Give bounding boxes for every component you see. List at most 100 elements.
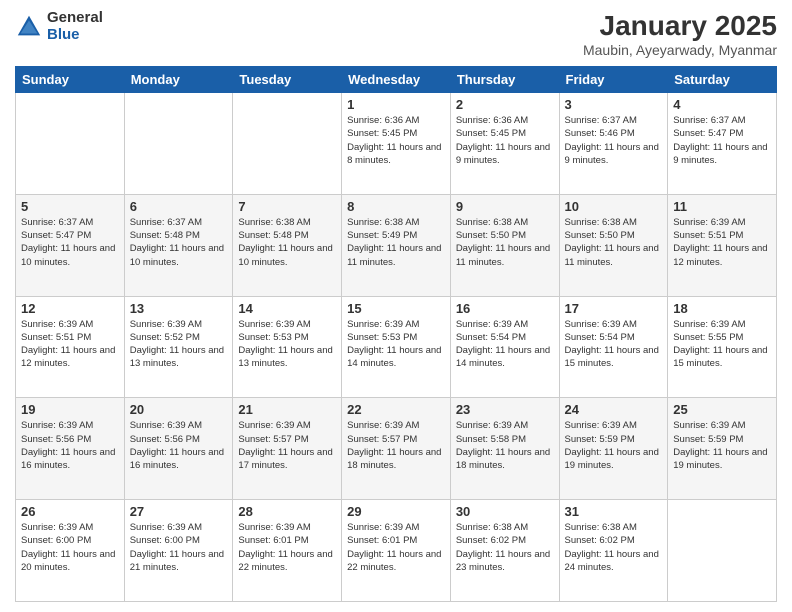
- cell-2-1: 13 Sunrise: 6:39 AM Sunset: 5:52 PM Dayli…: [124, 296, 233, 398]
- cell-info-4-2: Sunrise: 6:39 AM Sunset: 6:01 PM Dayligh…: [238, 521, 336, 574]
- cell-1-4: 9Sunrise: 6:38 AM Sunset: 5:50 PM Daylig…: [450, 194, 559, 296]
- cell-info-2-0: Sunrise: 6:39 AM Sunset: 5:51 PM Dayligh…: [21, 318, 119, 371]
- cell-day-3-3: 22: [347, 402, 445, 417]
- cell-day-3-4: 23: [456, 402, 554, 417]
- cell-info-3-4: Sunrise: 6:39 AM Sunset: 5:58 PM Dayligh…: [456, 419, 554, 472]
- cell-4-1: 27Sunrise: 6:39 AM Sunset: 6:00 PM Dayli…: [124, 500, 233, 602]
- cell-day-3-2: 21: [238, 402, 336, 417]
- cell-info-4-0: Sunrise: 6:39 AM Sunset: 6:00 PM Dayligh…: [21, 521, 119, 574]
- calendar-table: Sunday Monday Tuesday Wednesday Thursday…: [15, 66, 777, 602]
- week-row-1: 5 Sunrise: 6:37 AM Sunset: 5:47 PM Daylig…: [16, 194, 777, 296]
- calendar-subtitle: Maubin, Ayeyarwady, Myanmar: [583, 42, 777, 58]
- cell-info-3-6: Sunrise: 6:39 AM Sunset: 5:59 PM Dayligh…: [673, 419, 771, 472]
- weekday-header-row: Sunday Monday Tuesday Wednesday Thursday…: [16, 67, 777, 93]
- cell-info-1-1: Sunrise: 6:37 AM Sunset: 5:48 PM Dayligh…: [130, 216, 228, 269]
- cell-day-4-0: 26: [21, 504, 119, 519]
- cell-3-1: 20 Sunrise: 6:39 AM Sunset: 5:56 PM Dayli…: [124, 398, 233, 500]
- cell-day-4-2: 28: [238, 504, 336, 519]
- header-friday: Friday: [559, 67, 668, 93]
- week-row-3: 19 Sunrise: 6:39 AM Sunset: 5:56 PM Dayli…: [16, 398, 777, 500]
- cell-info-1-2: Sunrise: 6:38 AM Sunset: 5:48 PM Dayligh…: [238, 216, 336, 269]
- cell-info-2-4: Sunrise: 6:39 AM Sunset: 5:54 PM Dayligh…: [456, 318, 554, 371]
- cell-day-1-1: 6: [130, 199, 228, 214]
- logo: General Blue: [15, 10, 103, 43]
- cell-2-0: 12Sunrise: 6:39 AM Sunset: 5:51 PM Dayli…: [16, 296, 125, 398]
- cell-1-1: 6 Sunrise: 6:37 AM Sunset: 5:48 PM Daylig…: [124, 194, 233, 296]
- cell-info-4-3: Sunrise: 6:39 AM Sunset: 6:01 PM Dayligh…: [347, 521, 445, 574]
- cell-info-2-1: Sunrise: 6:39 AM Sunset: 5:52 PM Dayligh…: [130, 318, 228, 371]
- cell-0-6: 4Sunrise: 6:37 AM Sunset: 5:47 PM Daylig…: [668, 93, 777, 195]
- cell-1-3: 8 Sunrise: 6:38 AM Sunset: 5:49 PM Daylig…: [342, 194, 451, 296]
- cell-day-4-1: 27: [130, 504, 228, 519]
- logo-general-text: General: [47, 10, 103, 27]
- cell-4-3: 29 Sunrise: 6:39 AM Sunset: 6:01 PM Dayli…: [342, 500, 451, 602]
- header: General Blue January 2025 Maubin, Ayeyar…: [15, 10, 777, 58]
- header-monday: Monday: [124, 67, 233, 93]
- cell-day-0-3: 1: [347, 97, 445, 112]
- cell-day-1-3: 8: [347, 199, 445, 214]
- week-row-2: 12Sunrise: 6:39 AM Sunset: 5:51 PM Dayli…: [16, 296, 777, 398]
- cell-3-5: 24 Sunrise: 6:39 AM Sunset: 5:59 PM Dayli…: [559, 398, 668, 500]
- cell-2-6: 18 Sunrise: 6:39 AM Sunset: 5:55 PM Dayli…: [668, 296, 777, 398]
- cell-day-3-6: 25: [673, 402, 771, 417]
- cell-info-0-4: Sunrise: 6:36 AM Sunset: 5:45 PM Dayligh…: [456, 114, 554, 167]
- cell-info-4-5: Sunrise: 6:38 AM Sunset: 6:02 PM Dayligh…: [565, 521, 663, 574]
- cell-info-2-6: Sunrise: 6:39 AM Sunset: 5:55 PM Dayligh…: [673, 318, 771, 371]
- cell-info-3-3: Sunrise: 6:39 AM Sunset: 5:57 PM Dayligh…: [347, 419, 445, 472]
- cell-2-2: 14 Sunrise: 6:39 AM Sunset: 5:53 PM Dayli…: [233, 296, 342, 398]
- cell-info-2-2: Sunrise: 6:39 AM Sunset: 5:53 PM Dayligh…: [238, 318, 336, 371]
- cell-4-2: 28 Sunrise: 6:39 AM Sunset: 6:01 PM Dayli…: [233, 500, 342, 602]
- header-saturday: Saturday: [668, 67, 777, 93]
- cell-day-1-6: 11: [673, 199, 771, 214]
- cell-info-3-1: Sunrise: 6:39 AM Sunset: 5:56 PM Dayligh…: [130, 419, 228, 472]
- header-wednesday: Wednesday: [342, 67, 451, 93]
- cell-day-4-5: 31: [565, 504, 663, 519]
- header-sunday: Sunday: [16, 67, 125, 93]
- cell-day-0-4: 2: [456, 97, 554, 112]
- cell-1-5: 10 Sunrise: 6:38 AM Sunset: 5:50 PM Dayli…: [559, 194, 668, 296]
- cell-0-4: 2 Sunrise: 6:36 AM Sunset: 5:45 PM Daylig…: [450, 93, 559, 195]
- cell-info-1-4: Sunrise: 6:38 AM Sunset: 5:50 PM Dayligh…: [456, 216, 554, 269]
- cell-day-1-5: 10: [565, 199, 663, 214]
- cell-day-2-2: 14: [238, 301, 336, 316]
- cell-day-4-3: 29: [347, 504, 445, 519]
- cell-info-2-5: Sunrise: 6:39 AM Sunset: 5:54 PM Dayligh…: [565, 318, 663, 371]
- title-block: January 2025 Maubin, Ayeyarwady, Myanmar: [583, 10, 777, 58]
- header-thursday: Thursday: [450, 67, 559, 93]
- cell-day-1-0: 5: [21, 199, 119, 214]
- cell-day-2-5: 17: [565, 301, 663, 316]
- logo-blue-text: Blue: [47, 27, 103, 44]
- week-row-0: 1 Sunrise: 6:36 AM Sunset: 5:45 PM Daylig…: [16, 93, 777, 195]
- cell-2-4: 16Sunrise: 6:39 AM Sunset: 5:54 PM Dayli…: [450, 296, 559, 398]
- cell-day-3-0: 19: [21, 402, 119, 417]
- cell-info-1-5: Sunrise: 6:38 AM Sunset: 5:50 PM Dayligh…: [565, 216, 663, 269]
- cell-day-2-1: 13: [130, 301, 228, 316]
- cell-info-0-5: Sunrise: 6:37 AM Sunset: 5:46 PM Dayligh…: [565, 114, 663, 167]
- cell-day-3-1: 20: [130, 402, 228, 417]
- week-row-4: 26 Sunrise: 6:39 AM Sunset: 6:00 PM Dayli…: [16, 500, 777, 602]
- cell-day-1-2: 7: [238, 199, 336, 214]
- cell-info-1-3: Sunrise: 6:38 AM Sunset: 5:49 PM Dayligh…: [347, 216, 445, 269]
- calendar-title: January 2025: [583, 10, 777, 42]
- cell-day-2-6: 18: [673, 301, 771, 316]
- cell-3-4: 23 Sunrise: 6:39 AM Sunset: 5:58 PM Dayli…: [450, 398, 559, 500]
- cell-2-3: 15Sunrise: 6:39 AM Sunset: 5:53 PM Dayli…: [342, 296, 451, 398]
- cell-4-5: 31 Sunrise: 6:38 AM Sunset: 6:02 PM Dayli…: [559, 500, 668, 602]
- cell-info-3-0: Sunrise: 6:39 AM Sunset: 5:56 PM Dayligh…: [21, 419, 119, 472]
- cell-3-6: 25 Sunrise: 6:39 AM Sunset: 5:59 PM Dayli…: [668, 398, 777, 500]
- cell-info-1-0: Sunrise: 6:37 AM Sunset: 5:47 PM Dayligh…: [21, 216, 119, 269]
- cell-0-2: [233, 93, 342, 195]
- cell-info-1-6: Sunrise: 6:39 AM Sunset: 5:51 PM Dayligh…: [673, 216, 771, 269]
- cell-3-0: 19 Sunrise: 6:39 AM Sunset: 5:56 PM Dayli…: [16, 398, 125, 500]
- cell-2-5: 17 Sunrise: 6:39 AM Sunset: 5:54 PM Dayli…: [559, 296, 668, 398]
- logo-icon: [15, 13, 43, 41]
- cell-3-2: 21Sunrise: 6:39 AM Sunset: 5:57 PM Dayli…: [233, 398, 342, 500]
- cell-info-0-6: Sunrise: 6:37 AM Sunset: 5:47 PM Dayligh…: [673, 114, 771, 167]
- cell-0-0: [16, 93, 125, 195]
- cell-0-1: [124, 93, 233, 195]
- cell-info-3-5: Sunrise: 6:39 AM Sunset: 5:59 PM Dayligh…: [565, 419, 663, 472]
- cell-1-0: 5 Sunrise: 6:37 AM Sunset: 5:47 PM Daylig…: [16, 194, 125, 296]
- cell-day-2-3: 15: [347, 301, 445, 316]
- cell-day-3-5: 24: [565, 402, 663, 417]
- cell-info-0-3: Sunrise: 6:36 AM Sunset: 5:45 PM Dayligh…: [347, 114, 445, 167]
